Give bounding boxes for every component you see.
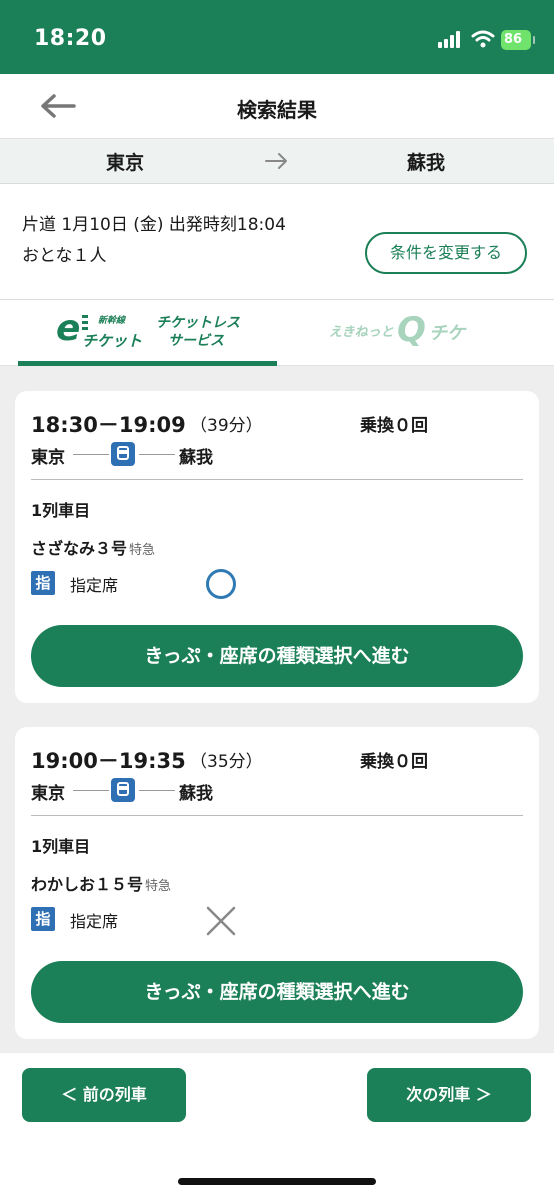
next-train-button[interactable]: 次の列車 ＞: [367, 1068, 531, 1122]
divider: [31, 815, 523, 816]
departure-arrival-times: 19:00－19:35: [31, 749, 186, 773]
to-station: 蘇我: [179, 448, 213, 468]
bottom-bar: ＜ 前の列車 次の列車 ＞: [0, 1053, 554, 1200]
home-indicator[interactable]: [178, 1178, 376, 1185]
status-time: 18:20: [34, 26, 107, 51]
train-name-text: わかしお１５号: [31, 875, 144, 894]
proceed-to-ticket-selection-button[interactable]: きっぷ・座席の種類選択へ進む: [31, 625, 523, 687]
reserved-seat-badge: 指: [31, 571, 55, 595]
status-bar: 18:20 86: [0, 0, 554, 74]
train-icon: [111, 442, 135, 466]
cellular-signal-icon: [438, 30, 464, 48]
trip-duration: （39分）: [190, 416, 263, 436]
reserved-seat-badge: 指: [31, 907, 55, 931]
change-conditions-button[interactable]: 条件を変更する: [365, 232, 527, 274]
train-icon: [111, 778, 135, 802]
train-type: 特急: [129, 543, 156, 558]
train-name: さざなみ３号 特急: [31, 535, 155, 559]
trip-duration: （35分）: [190, 752, 263, 772]
segment-line: [73, 790, 109, 791]
route-bar: 東京 蘇我: [0, 138, 554, 184]
car-label: 1列車目: [31, 501, 91, 520]
proceed-to-ticket-selection-button[interactable]: きっぷ・座席の種類選択へ進む: [31, 961, 523, 1023]
seat-type: 指定席: [70, 576, 119, 595]
q-ticket-logo-left: えきねっと: [329, 325, 394, 340]
search-conditions: 片道 1月10日 (金) 出発時刻18:04 おとな１人 条件を変更する: [0, 184, 554, 300]
segment-line: [73, 454, 109, 455]
train-name-text: さざなみ３号: [31, 539, 128, 558]
arrow-right-icon: [265, 153, 287, 169]
battery-icon: 86: [501, 30, 535, 50]
e-ticket-logo: e 新幹線 チケット チケットレス サービス: [56, 308, 240, 350]
from-station: 東京: [31, 448, 65, 468]
transfer-count: 乗換０回: [360, 416, 428, 436]
segment-line: [139, 454, 175, 455]
segment-line: [139, 790, 175, 791]
tab-q-ticket[interactable]: えきねっと Q チケ: [277, 300, 536, 366]
previous-train-button[interactable]: ＜ 前の列車: [22, 1068, 186, 1122]
service-tabs: e 新幹線 チケット チケットレス サービス えきねっと Q チケ: [0, 300, 554, 366]
train-name: わかしお１５号 特急: [31, 871, 171, 895]
tab-e-ticket[interactable]: e 新幹線 チケット チケットレス サービス: [18, 300, 277, 366]
to-station: 蘇我: [179, 784, 213, 804]
seat-type: 指定席: [70, 912, 119, 931]
q-ticket-logo-right: チケ: [429, 323, 465, 344]
from-station: 東京: [31, 784, 65, 804]
e-ticket-logo-small: 新幹線: [98, 316, 126, 326]
car-label: 1列車目: [31, 837, 91, 856]
passenger-info: おとな１人: [22, 246, 107, 266]
departure-arrival-times: 18:30－19:09: [31, 413, 186, 437]
seat-available-icon: [206, 569, 236, 599]
train-type: 特急: [145, 879, 172, 894]
nav-bar: 検索結果: [0, 74, 554, 138]
q-letter-icon: Q: [397, 310, 426, 350]
divider: [31, 479, 523, 480]
route-to: 蘇我: [407, 152, 446, 174]
wifi-icon: [471, 30, 495, 48]
q-ticket-logo: えきねっと Q チケ: [329, 310, 489, 352]
e-ticket-logo-sub2: サービス: [168, 333, 224, 349]
transfer-count: 乗換０回: [360, 752, 428, 772]
battery-level: 86: [504, 32, 523, 47]
e-ticket-logo-main: チケット: [82, 332, 143, 350]
page-title: 検索結果: [237, 98, 317, 122]
e-ticket-logo-sub1: チケットレス: [156, 315, 240, 331]
result-card: 19:00－19:35 （35分） 乗換０回 東京 蘇我 1列車目 わかしお１５…: [15, 727, 539, 1039]
result-card: 18:30－19:09 （39分） 乗換０回 東京 蘇我 1列車目 さざなみ３号…: [15, 391, 539, 703]
departure-info: 片道 1月10日 (金) 出発時刻18:04: [22, 215, 286, 235]
route-from: 東京: [106, 152, 145, 174]
seat-unavailable-icon: [206, 906, 236, 936]
